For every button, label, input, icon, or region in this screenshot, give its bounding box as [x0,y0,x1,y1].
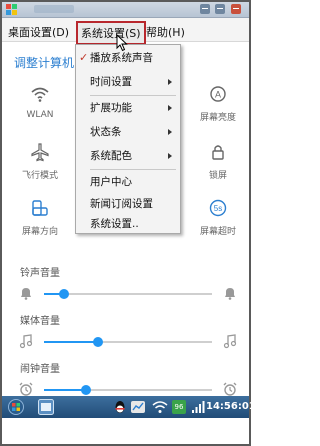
menu-desktop-settings[interactable]: 桌面设置(D) [8,24,69,40]
media-volume-label: 媒体音量 [20,316,60,327]
system-settings-dropdown: ✓ 播放系统声音 时间设置 扩展功能 状态条 系统配色 用户中心 新闻订阅设置 系… [75,44,181,234]
volume-track[interactable] [44,337,212,347]
menu-item-label: 系统配色 [90,150,132,162]
tile-screen-orientation[interactable]: 屏幕方向 [10,198,70,237]
alarm-clock-icon [223,382,237,396]
tile-label: 屏幕方向 [21,227,58,237]
alarm-volume-label: 闹钟音量 [20,364,60,375]
minimize-button[interactable] [200,4,210,14]
tile-label: 屏幕亮度 [199,113,236,123]
menu-item-news-subscription[interactable]: 新闻订阅设置 [76,193,180,215]
menu-item-user-center[interactable]: 用户中心 [76,171,180,193]
volume-knob[interactable] [81,385,91,395]
screen-rotation-icon [32,200,48,216]
app-window: 桌面设置(D) 系统设置(S) 帮助(H) 调整计算机 WLAN A 屏幕亮度 … [0,0,256,446]
music-note-icon [19,334,33,349]
qq-icon[interactable] [112,399,128,415]
volume-track[interactable] [44,385,212,395]
menu-help[interactable]: 帮助(H) [146,24,185,40]
menu-item-label: 新闻订阅设置 [90,198,153,210]
tile-label: 锁屏 [208,171,227,181]
submenu-arrow-icon [168,105,172,111]
taskbar: 96 14:56:01 [2,396,256,418]
menu-item-system-settings[interactable]: 系统设置.. [76,213,180,235]
svg-text:A: A [215,90,221,100]
menu-item-color-scheme[interactable]: 系统配色 [76,145,180,167]
brightness-icon: A [210,86,226,102]
app-taskbar-icon[interactable] [38,399,54,415]
tile-label: 飞行模式 [21,171,58,181]
menu-item-status-bar[interactable]: 状态条 [76,121,180,143]
tile-airplane-mode[interactable]: 飞行模式 [10,142,70,181]
menu-item-label: 系统设置.. [90,218,139,230]
menu-system-settings[interactable]: 系统设置(S) [76,21,146,45]
submenu-arrow-icon [168,79,172,85]
tile-wlan[interactable]: WLAN [10,84,70,120]
checkmark-icon: ✓ [79,51,89,64]
tile-lock-screen[interactable]: 锁屏 [188,142,248,181]
volume-track[interactable] [44,289,212,299]
volume-knob[interactable] [92,337,103,347]
app-icon [6,4,17,15]
menu-item-label: 扩展功能 [90,102,132,114]
tile-label: 屏幕超时 [199,227,236,237]
airplane-icon [31,143,49,162]
wifi-icon [31,87,49,102]
volume-knob[interactable] [59,289,70,299]
tile-label: WLAN [26,110,54,120]
tile-screen-timeout[interactable]: 5s 屏幕超时 [188,198,248,237]
svg-text:5s: 5s [214,204,222,213]
menu-item-extensions[interactable]: 扩展功能 [76,97,180,119]
screen-timeout-icon: 5s [209,199,227,217]
window-title [34,5,74,13]
menu-separator [90,95,176,96]
title-bar [2,2,249,18]
menu-item-label: 状态条 [90,126,122,138]
windows-start-icon[interactable] [8,399,24,415]
submenu-arrow-icon [168,129,172,135]
close-button[interactable] [231,4,241,14]
lock-icon [212,145,224,160]
network-monitor-icon[interactable] [130,399,146,415]
section-title: 调整计算机 [14,56,75,70]
volume-fill [44,389,86,391]
menu-item-label: 播放系统声音 [90,52,153,64]
signal-strength-icon[interactable] [190,399,206,415]
maximize-button[interactable] [215,4,225,14]
menu-item-label: 用户中心 [90,176,132,188]
menu-item-time-settings[interactable]: 时间设置 [76,71,180,93]
submenu-arrow-icon [168,153,172,159]
menu-separator [90,169,176,170]
media-volume-slider[interactable] [18,332,238,352]
ringtone-volume-label: 铃声音量 [20,268,60,279]
volume-fill [44,341,98,343]
wifi-status-icon[interactable] [152,399,168,415]
bell-icon [225,288,235,300]
bell-icon [21,288,31,300]
alarm-clock-icon [19,382,33,396]
tile-brightness[interactable]: A 屏幕亮度 [188,84,248,123]
music-note-icon [223,334,237,349]
mouse-cursor-icon [116,34,128,52]
menu-item-label: 时间设置 [90,76,132,88]
clock-time: 14:56:01 [206,401,256,412]
battery-icon[interactable]: 96 [172,400,186,414]
ringtone-volume-slider[interactable] [18,284,238,304]
